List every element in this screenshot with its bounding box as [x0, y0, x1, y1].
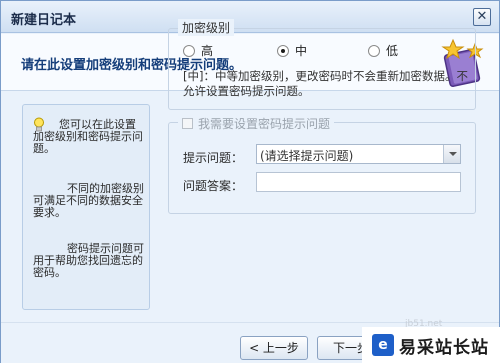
radio-low[interactable]: 低	[368, 42, 398, 59]
password-hint-group	[168, 122, 476, 214]
encryption-level-legend: 加密级别	[178, 19, 235, 36]
watermark-logo-icon: e	[372, 334, 394, 356]
checkbox-label: 我需要设置密码提示问题	[198, 117, 331, 131]
encryption-level-description: [中]：中等加密级别，更改密码时不会重新加密数据。不允许设置密码提示问题。	[183, 69, 468, 98]
radio-high[interactable]: 高	[183, 42, 213, 59]
watermark: e 易采站长站	[362, 327, 500, 363]
tips-panel: 您可以在此设置加密级别和密码提示问题。 不同的加密级别可满足不同的数据安全要求。…	[22, 104, 150, 310]
close-button[interactable]: ✕	[473, 8, 491, 26]
answer-label: 问题答案：	[183, 179, 244, 193]
question-label: 提示问题：	[183, 151, 244, 165]
radio-button[interactable]	[183, 44, 195, 57]
checkbox[interactable]	[182, 118, 193, 129]
question-select[interactable]: (请选择提示问题)	[256, 144, 461, 164]
password-hint-checkbox[interactable]: 我需要设置密码提示问题	[178, 115, 335, 132]
tip-text: 您可以在此设置加密级别和密码提示问题。	[33, 118, 143, 155]
radio-label: 低	[386, 44, 399, 58]
tip-text: 不同的加密级别可满足不同的数据安全要求。	[33, 182, 144, 219]
chevron-down-icon[interactable]	[443, 145, 460, 163]
radio-medium[interactable]: 中	[277, 42, 307, 59]
dialog-window: 新建日记本 ✕ 请在此设置加密级别和密码提示问题。 您可以在此设置加密级别和密码…	[0, 0, 500, 363]
radio-label: 高	[201, 44, 214, 58]
radio-label: 中	[295, 44, 308, 58]
radio-button[interactable]	[368, 44, 380, 57]
question-select-value: (请选择提示问题)	[260, 149, 354, 163]
window-title: 新建日记本	[11, 13, 77, 28]
watermark-text: 易采站长站	[399, 337, 489, 358]
answer-input[interactable]	[256, 172, 461, 192]
previous-button[interactable]: < 上一步	[240, 336, 308, 360]
tip-text: 密码提示问题可用于帮助您找回遗忘的密码。	[33, 242, 144, 279]
radio-button[interactable]	[277, 44, 289, 57]
